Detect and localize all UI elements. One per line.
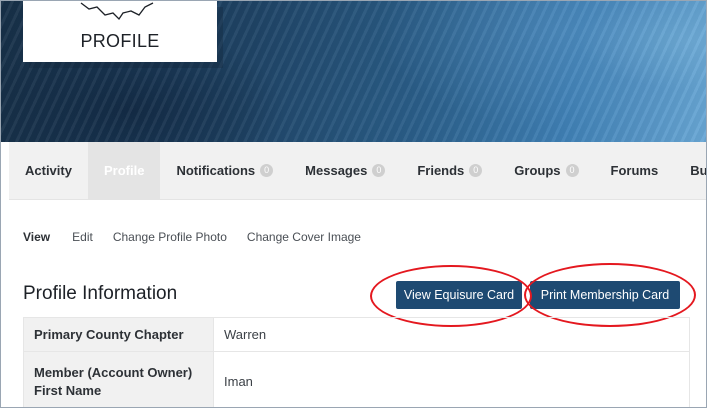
tab-messages[interactable]: Messages 0 <box>289 142 401 200</box>
messages-count-badge: 0 <box>372 164 386 177</box>
profile-nav: Activity Profile Notifications 0 Message… <box>9 141 707 200</box>
field-label: Member (Account Owner) First Name <box>23 351 214 407</box>
subnav-view[interactable]: View <box>23 230 50 244</box>
table-row: Primary County Chapter Warren <box>23 317 690 352</box>
tab-buddy[interactable]: Buddy <box>674 142 707 200</box>
state-map-icon <box>80 2 154 21</box>
tab-label: Friends <box>417 163 465 178</box>
tab-label: Groups <box>514 163 561 178</box>
notifications-count-badge: 0 <box>260 164 274 177</box>
tab-profile[interactable]: Profile <box>87 141 161 200</box>
tab-label: Messages <box>305 163 368 178</box>
tab-label: Activity <box>25 163 72 178</box>
tab-label: Profile <box>103 163 145 178</box>
subnav-edit[interactable]: Edit <box>72 230 93 244</box>
subnav-change-profile-photo[interactable]: Change Profile Photo <box>113 230 227 244</box>
profile-page: PROFILE Activity Profile Notifications 0… <box>0 0 707 408</box>
view-equisure-card-button[interactable]: View Equisure Card <box>396 281 522 309</box>
friends-count-badge: 0 <box>469 164 483 177</box>
tab-label: Buddy <box>690 163 707 178</box>
tab-forums[interactable]: Forums <box>595 142 675 200</box>
field-value: Iman <box>213 351 690 407</box>
field-value: Warren <box>213 317 690 352</box>
profile-subnav: View Edit Change Profile Photo Change Co… <box>23 230 381 244</box>
tab-notifications[interactable]: Notifications 0 <box>160 142 289 200</box>
print-membership-card-button[interactable]: Print Membership Card <box>530 281 680 309</box>
groups-count-badge: 0 <box>565 164 579 177</box>
tab-label: Notifications <box>176 163 256 178</box>
subnav-change-cover-image[interactable]: Change Cover Image <box>247 230 361 244</box>
logo-text: PROFILE <box>80 31 160 51</box>
field-label: Primary County Chapter <box>23 317 214 352</box>
table-row: Member (Account Owner) First Name Iman <box>23 351 690 407</box>
tab-label: Forums <box>610 163 659 178</box>
profile-info-table: Primary County Chapter Warren Member (Ac… <box>23 317 690 407</box>
site-logo[interactable]: PROFILE <box>23 1 217 62</box>
tab-groups[interactable]: Groups 0 <box>498 142 594 200</box>
tab-activity[interactable]: Activity <box>9 142 88 200</box>
tab-friends[interactable]: Friends 0 <box>401 142 498 200</box>
section-title: Profile Information <box>23 283 178 304</box>
